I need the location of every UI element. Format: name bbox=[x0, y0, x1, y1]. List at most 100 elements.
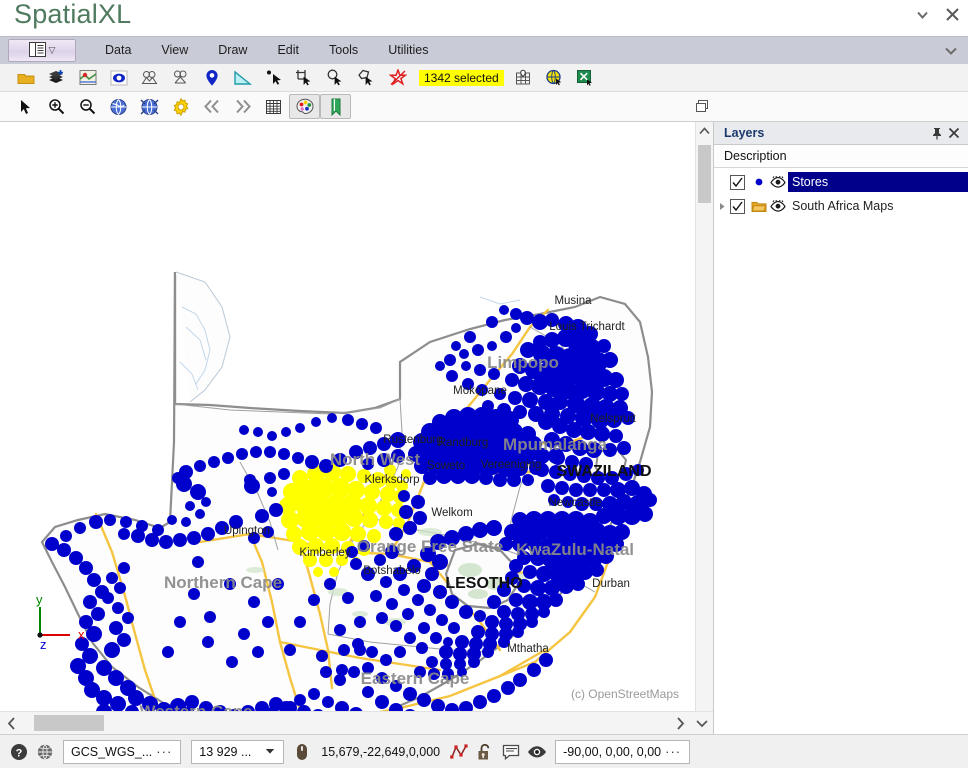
restore-window-icon[interactable] bbox=[691, 95, 713, 117]
svg-text:KwaZulu-Natal: KwaZulu-Natal bbox=[516, 540, 634, 559]
workspace: Limpopo Mpumalanga North West Northern C… bbox=[0, 122, 968, 734]
rotation-more-button[interactable]: ··· bbox=[661, 744, 685, 759]
map-area: Limpopo Mpumalanga North West Northern C… bbox=[0, 122, 713, 734]
table-grid-icon[interactable] bbox=[258, 94, 289, 119]
panel-layout-caret: ▽ bbox=[49, 45, 56, 56]
note-icon[interactable] bbox=[498, 739, 524, 765]
rotation-value: -90,00, 0,00, 0,00 bbox=[563, 745, 661, 759]
open-folder-icon[interactable] bbox=[10, 65, 41, 90]
close-icon[interactable] bbox=[942, 4, 962, 24]
select-circle-icon[interactable] bbox=[320, 65, 351, 90]
title-dropdown-icon[interactable] bbox=[912, 4, 932, 24]
settings-gear-icon[interactable] bbox=[165, 94, 196, 119]
svg-text:Vereeniging: Vereeniging bbox=[481, 459, 542, 471]
vertical-scroll-track[interactable] bbox=[696, 139, 713, 711]
globe-icon[interactable] bbox=[32, 739, 58, 765]
layer-row-south-africa-maps[interactable]: South Africa Maps bbox=[714, 194, 968, 218]
layer-label-south-africa-maps: South Africa Maps bbox=[788, 196, 899, 216]
select-point-icon[interactable] bbox=[258, 65, 289, 90]
layers-panel-title: Layers bbox=[724, 126, 928, 140]
visibility-eye-icon[interactable] bbox=[768, 200, 788, 212]
layer-checkbox-stores[interactable] bbox=[730, 175, 745, 190]
svg-text:Durban: Durban bbox=[592, 578, 630, 590]
map-horizontal-scrollbar[interactable] bbox=[0, 711, 713, 734]
panel-layout-icon bbox=[29, 42, 46, 60]
svg-text:Rustenburg: Rustenburg bbox=[383, 434, 442, 446]
measure-triangle-icon[interactable] bbox=[227, 65, 258, 90]
help-icon[interactable]: ? bbox=[6, 739, 32, 765]
globe-pin-icon[interactable] bbox=[539, 65, 570, 90]
polyline-icon[interactable] bbox=[446, 739, 472, 765]
select-polygon-icon[interactable] bbox=[351, 65, 382, 90]
svg-text:?: ? bbox=[16, 747, 23, 759]
map-graphics: Limpopo Mpumalanga North West Northern C… bbox=[0, 122, 695, 711]
map-layer-icon[interactable] bbox=[72, 65, 103, 90]
previous-chevrons-icon[interactable] bbox=[196, 94, 227, 119]
svg-text:Kimberley: Kimberley bbox=[299, 547, 350, 559]
mouse-icon bbox=[289, 739, 315, 765]
export-excel-icon[interactable] bbox=[570, 65, 601, 90]
svg-text:Limpopo: Limpopo bbox=[487, 353, 559, 372]
layer-checkbox-south-africa-maps[interactable] bbox=[730, 199, 745, 214]
status-bar: ? GCS_WGS_... ··· 13 929 ... 15,67 bbox=[0, 734, 968, 768]
menu-item-tools[interactable]: Tools bbox=[314, 37, 373, 64]
scale-value: 13 929 ... bbox=[199, 745, 261, 759]
svg-text:Newcastle: Newcastle bbox=[548, 497, 601, 509]
map-canvas[interactable]: Limpopo Mpumalanga North West Northern C… bbox=[0, 122, 695, 711]
crs-field[interactable]: GCS_WGS_... ··· bbox=[63, 740, 181, 764]
layer-row-stores[interactable]: Stores bbox=[714, 170, 968, 194]
scroll-right-icon[interactable] bbox=[669, 712, 691, 734]
place-marker-icon[interactable] bbox=[196, 65, 227, 90]
scroll-left-icon[interactable] bbox=[0, 712, 22, 734]
eye-icon[interactable] bbox=[524, 739, 550, 765]
clear-selection-icon[interactable] bbox=[382, 65, 413, 90]
scale-field[interactable]: 13 929 ... bbox=[191, 740, 284, 764]
vertical-scroll-thumb[interactable] bbox=[698, 145, 711, 203]
visibility-eye-icon[interactable] bbox=[768, 176, 788, 188]
zoom-out-icon[interactable] bbox=[72, 94, 103, 119]
svg-text:SWAZILAND: SWAZILAND bbox=[556, 463, 651, 480]
menu-item-utilities[interactable]: Utilities bbox=[373, 37, 443, 64]
next-chevrons-icon[interactable] bbox=[227, 94, 258, 119]
crs-value: GCS_WGS_... bbox=[71, 745, 152, 759]
select-within-icon[interactable] bbox=[134, 65, 165, 90]
menu-item-data[interactable]: Data bbox=[90, 37, 146, 64]
menu-item-view[interactable]: View bbox=[146, 37, 203, 64]
zoom-extent-icon[interactable] bbox=[103, 94, 134, 119]
rotation-field[interactable]: -90,00, 0,00, 0,00 ··· bbox=[555, 740, 690, 764]
grid-pin-icon[interactable] bbox=[508, 65, 539, 90]
zoom-previous-icon[interactable] bbox=[134, 94, 165, 119]
palette-icon[interactable] bbox=[289, 94, 320, 119]
zoom-in-icon[interactable] bbox=[41, 94, 72, 119]
crs-more-button[interactable]: ··· bbox=[152, 744, 176, 759]
select-intersect-icon[interactable] bbox=[165, 65, 196, 90]
selection-count-badge: 1342 selected bbox=[419, 70, 504, 86]
layers-panel: Layers Description bbox=[713, 122, 968, 734]
menu-overflow-chevron-icon[interactable] bbox=[944, 37, 958, 64]
select-by-attribute-icon[interactable] bbox=[103, 65, 134, 90]
tree-expander-icon[interactable] bbox=[714, 202, 730, 211]
close-icon[interactable] bbox=[945, 125, 962, 142]
point-symbol-icon bbox=[750, 177, 768, 187]
svg-text:z: z bbox=[40, 637, 47, 652]
svg-text:Mthatha: Mthatha bbox=[507, 643, 549, 655]
scroll-dropdown-icon[interactable] bbox=[691, 712, 713, 734]
panel-layout-button[interactable]: ▽ bbox=[8, 39, 76, 62]
svg-text:Eastern Cape: Eastern Cape bbox=[361, 669, 470, 688]
unlock-icon[interactable] bbox=[472, 739, 498, 765]
menu-item-edit[interactable]: Edit bbox=[262, 37, 314, 64]
scale-dropdown-icon[interactable] bbox=[261, 747, 279, 757]
title-bar: SpatialXL bbox=[0, 0, 968, 36]
menu-bar: ▽ Data View Draw Edit Tools Utilities bbox=[0, 36, 968, 64]
horizontal-scroll-track[interactable] bbox=[22, 712, 669, 734]
application-window: SpatialXL ▽ Data View Draw bbox=[0, 0, 968, 768]
add-layer-icon[interactable] bbox=[41, 65, 72, 90]
scroll-up-icon[interactable] bbox=[696, 122, 713, 139]
horizontal-scroll-thumb[interactable] bbox=[34, 715, 104, 731]
select-rectangle-icon[interactable] bbox=[289, 65, 320, 90]
pointer-icon[interactable] bbox=[10, 94, 41, 119]
pin-icon[interactable] bbox=[928, 125, 945, 142]
bookmark-icon[interactable] bbox=[320, 94, 351, 119]
menu-item-draw[interactable]: Draw bbox=[203, 37, 262, 64]
map-vertical-scrollbar[interactable] bbox=[695, 122, 713, 711]
